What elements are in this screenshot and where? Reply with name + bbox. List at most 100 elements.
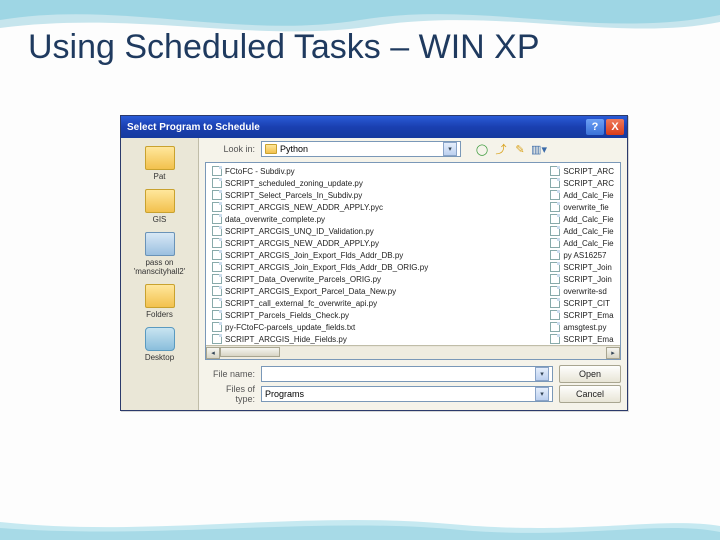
file-item[interactable]: py AS16257: [550, 249, 614, 261]
file-list[interactable]: FCtoFC - Subdiv.py SCRIPT_scheduled_zonin…: [205, 162, 621, 360]
scroll-left-icon[interactable]: ◂: [206, 347, 220, 359]
file-icon: [212, 202, 222, 212]
file-icon: [550, 178, 560, 188]
file-item[interactable]: FCtoFC - Subdiv.py: [212, 165, 538, 177]
file-name: amsgtest.py: [563, 323, 606, 332]
file-icon: [212, 166, 222, 176]
file-name: SCRIPT_ARCGIS_Hide_Fields.py: [225, 335, 347, 344]
slide-title: Using Scheduled Tasks – WIN XP: [28, 28, 540, 67]
up-icon[interactable]: ⤴: [494, 142, 508, 156]
lookin-row: Look in: Python ▾ ◯ ⤴ ✎ ▥▾: [199, 138, 627, 160]
horizontal-scrollbar[interactable]: ◂ ▸: [206, 345, 620, 359]
file-icon: [212, 226, 222, 236]
file-item[interactable]: Add_Calc_Fie: [550, 213, 614, 225]
file-item[interactable]: SCRIPT_Join: [550, 273, 614, 285]
scroll-right-icon[interactable]: ▸: [606, 347, 620, 359]
open-button[interactable]: Open: [559, 365, 621, 383]
filetype-combo[interactable]: Programs▾: [261, 386, 553, 402]
file-icon: [550, 322, 560, 332]
file-icon: [212, 274, 222, 284]
file-item[interactable]: Add_Calc_Fie: [550, 237, 614, 249]
file-item[interactable]: Add_Calc_Fie: [550, 225, 614, 237]
file-item[interactable]: amsgtest.py: [550, 321, 614, 333]
file-name: py AS16257: [563, 251, 606, 260]
file-item[interactable]: SCRIPT_Select_Parcels_In_Subdiv.py: [212, 189, 538, 201]
file-icon: [212, 178, 222, 188]
file-icon: [550, 262, 560, 272]
file-name: SCRIPT_Parcels_Fields_Check.py: [225, 311, 349, 320]
file-name: SCRIPT_scheduled_zoning_update.py: [225, 179, 363, 188]
file-name: SCRIPT_ARCGIS_UNQ_ID_Validation.py: [225, 227, 374, 236]
place-network[interactable]: pass on 'manscityhall2': [125, 230, 195, 278]
file-name: SCRIPT_Select_Parcels_In_Subdiv.py: [225, 191, 362, 200]
back-icon[interactable]: ◯: [475, 142, 489, 156]
file-item[interactable]: SCRIPT_scheduled_zoning_update.py: [212, 177, 538, 189]
file-icon: [550, 190, 560, 200]
file-name: FCtoFC - Subdiv.py: [225, 167, 295, 176]
file-icon: [550, 298, 560, 308]
file-item[interactable]: SCRIPT_ARC: [550, 177, 614, 189]
place-label: pass on 'manscityhall2': [134, 258, 186, 276]
views-icon[interactable]: ▥▾: [532, 142, 546, 156]
file-icon: [550, 274, 560, 284]
file-icon: [212, 310, 222, 320]
file-name: data_overwrite_complete.py: [225, 215, 325, 224]
file-item[interactable]: SCRIPT_ARCGIS_Join_Export_Flds_Addr_DB_O…: [212, 261, 538, 273]
file-item[interactable]: overwrite_fie: [550, 201, 614, 213]
file-item[interactable]: Add_Calc_Fie: [550, 189, 614, 201]
filename-input[interactable]: ▾: [261, 366, 553, 382]
place-gis[interactable]: GIS: [125, 187, 195, 226]
file-icon: [550, 214, 560, 224]
file-item[interactable]: SCRIPT_ARCGIS_NEW_ADDR_APPLY.py: [212, 237, 538, 249]
place-label: Pat: [153, 172, 165, 181]
lookin-label: Look in:: [205, 144, 255, 154]
place-pat[interactable]: Pat: [125, 144, 195, 183]
file-item[interactable]: SCRIPT_call_external_fc_overwrite_api.py: [212, 297, 538, 309]
cancel-button[interactable]: Cancel: [559, 385, 621, 403]
filename-label: File name:: [205, 369, 255, 379]
chevron-down-icon[interactable]: ▾: [535, 367, 549, 381]
close-button[interactable]: X: [606, 119, 624, 135]
file-icon: [212, 262, 222, 272]
scroll-thumb[interactable]: [220, 347, 280, 357]
file-item[interactable]: SCRIPT_ARCGIS_Hide_Fields.py: [212, 333, 538, 345]
file-item[interactable]: SCRIPT_ARCGIS_Export_Parcel_Data_New.py: [212, 285, 538, 297]
file-item[interactable]: SCRIPT_Ema: [550, 333, 614, 345]
file-item[interactable]: SCRIPT_Ema: [550, 309, 614, 321]
chevron-down-icon[interactable]: ▾: [443, 142, 457, 156]
file-icon: [212, 322, 222, 332]
file-item[interactable]: SCRIPT_Data_Overwrite_Parcels_ORIG.py: [212, 273, 538, 285]
file-icon: [212, 250, 222, 260]
lookin-combo[interactable]: Python ▾: [261, 141, 461, 157]
file-item[interactable]: data_overwrite_complete.py: [212, 213, 538, 225]
chevron-down-icon[interactable]: ▾: [535, 387, 549, 401]
dialog-title: Select Program to Schedule: [127, 122, 260, 133]
file-item[interactable]: overwrite-sd: [550, 285, 614, 297]
file-name: SCRIPT_ARCGIS_NEW_ADDR_APPLY.pyc: [225, 203, 383, 212]
file-item[interactable]: py-FCtoFC-parcels_update_fields.txt: [212, 321, 538, 333]
titlebar[interactable]: Select Program to Schedule ? X: [121, 116, 627, 138]
file-icon: [550, 250, 560, 260]
decorative-wave-bottom: [0, 510, 720, 540]
file-item[interactable]: SCRIPT_ARCGIS_NEW_ADDR_APPLY.pyc: [212, 201, 538, 213]
file-name: SCRIPT_ARCGIS_NEW_ADDR_APPLY.py: [225, 239, 379, 248]
new-folder-icon[interactable]: ✎: [513, 142, 527, 156]
file-item[interactable]: SCRIPT_Join: [550, 261, 614, 273]
place-folders[interactable]: Folders: [125, 282, 195, 321]
file-name: SCRIPT_ARCGIS_Join_Export_Flds_Addr_DB.p…: [225, 251, 403, 260]
file-item[interactable]: SCRIPT_ARCGIS_Join_Export_Flds_Addr_DB.p…: [212, 249, 538, 261]
file-name: Add_Calc_Fie: [563, 191, 613, 200]
file-name: Add_Calc_Fie: [563, 215, 613, 224]
filetype-label: Files of type:: [205, 384, 255, 404]
place-desktop[interactable]: Desktop: [125, 325, 195, 364]
place-label: Folders: [146, 310, 173, 319]
file-item[interactable]: SCRIPT_CIT: [550, 297, 614, 309]
file-name: py-FCtoFC-parcels_update_fields.txt: [225, 323, 355, 332]
help-button[interactable]: ?: [586, 119, 604, 135]
places-bar: Pat GIS pass on 'manscityhall2' Folders …: [121, 138, 199, 410]
file-icon: [550, 166, 560, 176]
file-item[interactable]: SCRIPT_Parcels_Fields_Check.py: [212, 309, 538, 321]
file-name: SCRIPT_ARCGIS_Join_Export_Flds_Addr_DB_O…: [225, 263, 428, 272]
file-item[interactable]: SCRIPT_ARCGIS_UNQ_ID_Validation.py: [212, 225, 538, 237]
file-item[interactable]: SCRIPT_ARC: [550, 165, 614, 177]
